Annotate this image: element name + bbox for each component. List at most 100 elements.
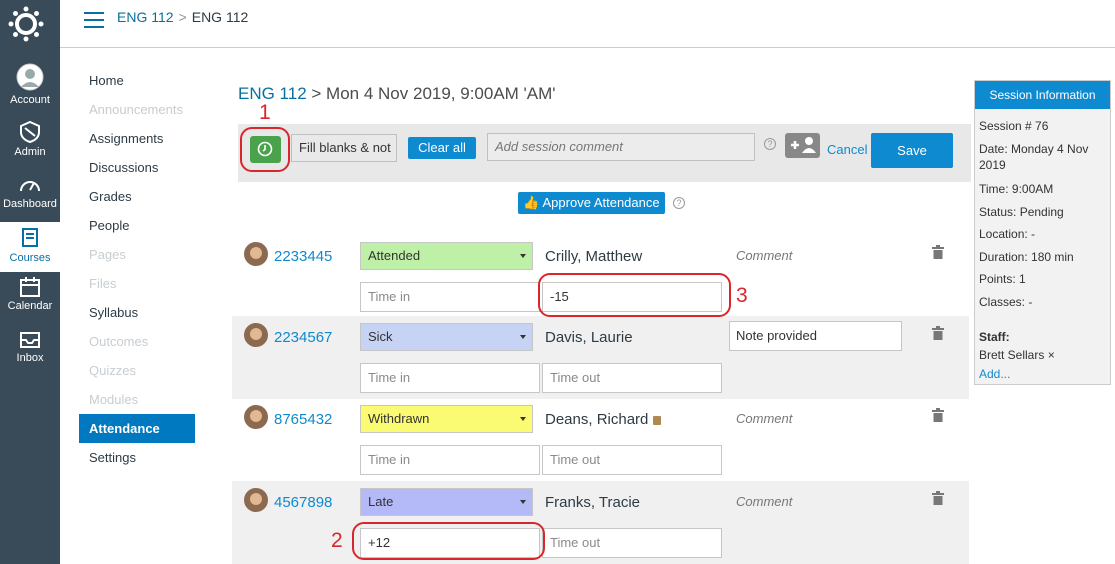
trash-icon[interactable] bbox=[932, 491, 944, 510]
course-nav-quizzes[interactable]: Quizzes bbox=[79, 356, 199, 385]
comment-placeholder[interactable]: Comment bbox=[736, 494, 792, 509]
nav-calendar[interactable]: Calendar bbox=[0, 276, 60, 326]
course-nav-pages[interactable]: Pages bbox=[79, 240, 199, 269]
fill-mode-select[interactable]: Fill blanks & not bbox=[291, 134, 397, 162]
status-select[interactable]: Attended bbox=[360, 242, 533, 270]
course-nav-attendance[interactable]: Attendance bbox=[79, 414, 195, 443]
add-people-button[interactable] bbox=[785, 133, 820, 158]
status-value: Sick bbox=[368, 329, 393, 344]
page-title-course-link[interactable]: ENG 112 bbox=[238, 84, 307, 103]
staff-entry: Brett Sellars × bbox=[979, 347, 1107, 363]
student-name: Crilly, Matthew bbox=[545, 248, 643, 265]
comment-placeholder[interactable]: Comment bbox=[736, 248, 792, 263]
global-nav: Account Admin Dashboard Courses Calendar… bbox=[0, 0, 60, 564]
breadcrumb-current: ENG 112 bbox=[191, 9, 249, 25]
remove-staff-icon[interactable]: × bbox=[1048, 348, 1055, 362]
status-select[interactable]: Sick bbox=[360, 323, 533, 351]
time-out-placeholder: Time out bbox=[550, 370, 601, 385]
thumbs-up-icon: 👍 bbox=[523, 195, 540, 210]
page-title-session: > Mon 4 Nov 2019, 9:00AM 'AM' bbox=[311, 84, 556, 103]
avatar bbox=[244, 405, 268, 429]
inbox-icon bbox=[20, 332, 40, 348]
annotation-circle-3 bbox=[538, 273, 731, 317]
time-out-input[interactable]: Time out bbox=[542, 445, 722, 475]
session-date-line1: Date: Monday 4 Nov bbox=[979, 142, 1089, 156]
chevron-down-icon bbox=[520, 500, 526, 504]
attendance-toolbar: Fill blanks & not Clear all Add session … bbox=[238, 124, 971, 182]
approve-attendance-button[interactable]: 👍 Approve Attendance bbox=[518, 192, 665, 214]
add-staff-link[interactable]: Add... bbox=[979, 366, 1107, 382]
nav-courses[interactable]: Courses bbox=[0, 222, 60, 272]
shield-icon bbox=[20, 120, 40, 144]
student-row: 8765432 Withdrawn Deans, Richard Comment… bbox=[232, 398, 969, 481]
annotation-circle-1 bbox=[240, 127, 290, 172]
course-nav-discussions[interactable]: Discussions bbox=[79, 153, 199, 182]
course-nav-people[interactable]: People bbox=[79, 211, 199, 240]
session-comment-input[interactable]: Add session comment bbox=[487, 133, 755, 161]
chevron-down-icon bbox=[520, 417, 526, 421]
breadcrumb-separator: > bbox=[178, 9, 187, 25]
session-info-panel: Session Information Session # 76 Date: M… bbox=[974, 80, 1111, 385]
canvas-logo-icon[interactable] bbox=[8, 6, 44, 42]
time-in-input[interactable]: Time in bbox=[360, 363, 540, 393]
student-name: Deans, Richard bbox=[545, 411, 661, 428]
course-nav-grades[interactable]: Grades bbox=[79, 182, 199, 211]
help-icon[interactable]: ? bbox=[764, 138, 776, 150]
course-nav-announcements[interactable]: Announcements bbox=[79, 95, 199, 124]
time-out-input[interactable]: Time out bbox=[542, 528, 722, 558]
student-name-text: Deans, Richard bbox=[545, 411, 649, 428]
student-row: 2234567 Sick Davis, Laurie Note provided… bbox=[232, 316, 969, 399]
cancel-link[interactable]: Cancel bbox=[827, 142, 867, 157]
annotation-number-2: 2 bbox=[331, 529, 343, 552]
status-select[interactable]: Withdrawn bbox=[360, 405, 533, 433]
course-nav-modules[interactable]: Modules bbox=[79, 385, 199, 414]
approve-help-icon[interactable]: ? bbox=[673, 197, 685, 209]
course-nav-settings[interactable]: Settings bbox=[79, 443, 199, 472]
time-in-placeholder: Time in bbox=[368, 289, 411, 304]
save-button[interactable]: Save bbox=[871, 133, 953, 168]
student-id-link[interactable]: 4567898 bbox=[274, 494, 332, 511]
status-value: Attended bbox=[368, 248, 421, 263]
course-nav-assignments[interactable]: Assignments bbox=[79, 124, 199, 153]
comment-input[interactable]: Note provided bbox=[729, 321, 902, 351]
time-in-placeholder: Time in bbox=[368, 452, 411, 467]
approve-attendance-label: Approve Attendance bbox=[542, 195, 660, 210]
student-name: Franks, Tracie bbox=[545, 494, 641, 511]
status-value: Withdrawn bbox=[368, 411, 430, 426]
student-id-link[interactable]: 8765432 bbox=[274, 411, 332, 428]
session-duration: Duration: 180 min bbox=[979, 250, 1074, 264]
course-nav-home[interactable]: Home bbox=[79, 66, 199, 95]
nav-account[interactable]: Account bbox=[0, 62, 60, 112]
trash-icon[interactable] bbox=[932, 326, 944, 345]
session-time: Time: 9:00AM bbox=[979, 182, 1054, 196]
time-in-input[interactable]: Time in bbox=[360, 445, 540, 475]
staff-label: Staff: bbox=[979, 330, 1010, 344]
time-out-placeholder: Time out bbox=[550, 535, 601, 550]
breadcrumb-course-link[interactable]: ENG 112 bbox=[117, 9, 174, 25]
session-status: Status: Pending bbox=[979, 205, 1064, 219]
hamburger-menu-icon[interactable] bbox=[84, 12, 104, 28]
status-select[interactable]: Late bbox=[360, 488, 533, 516]
time-in-placeholder: Time in bbox=[368, 370, 411, 385]
trash-icon[interactable] bbox=[932, 408, 944, 427]
clear-all-button[interactable]: Clear all bbox=[408, 137, 476, 159]
session-info-title: Session Information bbox=[975, 81, 1110, 109]
nav-dashboard[interactable]: Dashboard bbox=[0, 174, 60, 224]
annotation-number-1: 1 bbox=[259, 101, 271, 124]
avatar bbox=[244, 323, 268, 347]
course-nav-outcomes[interactable]: Outcomes bbox=[79, 327, 199, 356]
comment-placeholder[interactable]: Comment bbox=[736, 411, 792, 426]
nav-inbox[interactable]: Inbox bbox=[0, 328, 60, 378]
course-nav-syllabus[interactable]: Syllabus bbox=[79, 298, 199, 327]
time-out-input[interactable]: Time out bbox=[542, 363, 722, 393]
session-date-line2: 2019 bbox=[979, 158, 1006, 172]
status-value: Late bbox=[368, 494, 394, 509]
student-id-link[interactable]: 2233445 bbox=[274, 248, 332, 265]
student-id-link[interactable]: 2234567 bbox=[274, 329, 332, 346]
course-nav-files[interactable]: Files bbox=[79, 269, 199, 298]
trash-icon[interactable] bbox=[932, 245, 944, 264]
nav-admin[interactable]: Admin bbox=[0, 120, 60, 170]
page-header: ENG 112 > ENG 112 bbox=[60, 0, 1115, 48]
time-in-input[interactable]: Time in bbox=[360, 282, 540, 312]
chevron-down-icon bbox=[520, 254, 526, 258]
